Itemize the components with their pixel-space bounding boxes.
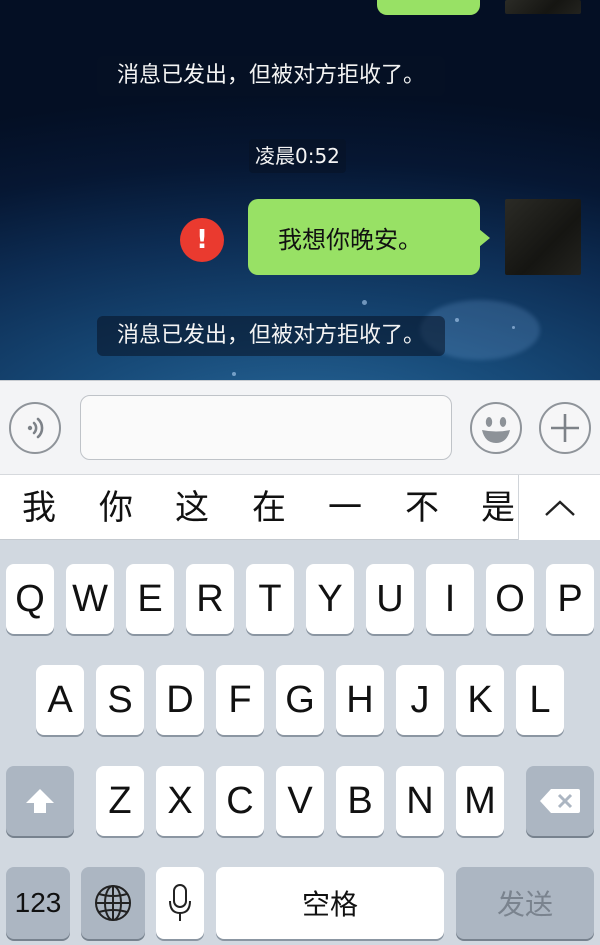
- key-z[interactable]: Z: [96, 766, 144, 836]
- chevron-up-icon: [544, 500, 575, 516]
- key-a[interactable]: A: [36, 665, 84, 735]
- key-c[interactable]: C: [216, 766, 264, 836]
- key-w[interactable]: W: [66, 564, 114, 634]
- backspace-icon: [540, 789, 580, 813]
- candidate-word[interactable]: 你: [77, 475, 155, 541]
- message-text: 我想你晚安。: [278, 225, 422, 254]
- avatar[interactable]: [505, 199, 581, 275]
- key-v[interactable]: V: [276, 766, 324, 836]
- key-d[interactable]: D: [156, 665, 204, 735]
- microphone-icon: [169, 884, 191, 921]
- key-j[interactable]: J: [396, 665, 444, 735]
- candidate-word[interactable]: 我: [0, 475, 78, 541]
- key-r[interactable]: R: [186, 564, 234, 634]
- key-s[interactable]: S: [96, 665, 144, 735]
- key-x[interactable]: X: [156, 766, 204, 836]
- key-t[interactable]: T: [246, 564, 294, 634]
- microphone-key[interactable]: [156, 867, 204, 939]
- more-button[interactable]: [539, 402, 591, 454]
- send-key[interactable]: 发送: [456, 867, 594, 939]
- key-e[interactable]: E: [126, 564, 174, 634]
- candidate-word[interactable]: 不: [383, 475, 461, 541]
- key-h[interactable]: H: [336, 665, 384, 735]
- background-star: [362, 300, 367, 305]
- voice-wave-icon: [27, 417, 44, 439]
- key-p[interactable]: P: [546, 564, 594, 634]
- message-input[interactable]: [80, 395, 452, 460]
- system-notice-rejected: 消息已发出，但被对方拒收了。: [97, 316, 446, 356]
- key-f[interactable]: F: [216, 665, 264, 735]
- key-q[interactable]: Q: [6, 564, 54, 634]
- numbers-key[interactable]: 123: [6, 867, 70, 939]
- emoji-button[interactable]: [470, 402, 522, 454]
- key-u[interactable]: U: [366, 564, 414, 634]
- candidate-word[interactable]: 一: [306, 475, 384, 541]
- voice-input-button[interactable]: [9, 402, 61, 454]
- send-failed-icon[interactable]: !: [180, 218, 224, 262]
- shift-arrow-icon: [26, 789, 54, 813]
- input-bar: [0, 380, 600, 474]
- globe-key[interactable]: [81, 867, 145, 939]
- background-star: [455, 318, 459, 322]
- globe-icon: [95, 885, 131, 921]
- avatar-previous[interactable]: [505, 0, 581, 14]
- candidate-word[interactable]: 这: [153, 475, 231, 541]
- delete-key[interactable]: [526, 766, 594, 836]
- key-k[interactable]: K: [456, 665, 504, 735]
- message-bubble-previous[interactable]: [377, 0, 480, 15]
- key-i[interactable]: I: [426, 564, 474, 634]
- candidate-word[interactable]: 在: [230, 475, 308, 541]
- key-l[interactable]: L: [516, 665, 564, 735]
- key-y[interactable]: Y: [306, 564, 354, 634]
- keyboard: Q W E R T Y U I O P A S D F G H J K L Z …: [0, 540, 600, 945]
- background-star: [512, 326, 515, 329]
- system-notice-rejected: 消息已发出，但被对方拒收了。: [97, 56, 446, 96]
- key-n[interactable]: N: [396, 766, 444, 836]
- key-b[interactable]: B: [336, 766, 384, 836]
- message-timestamp: 凌晨0:52: [249, 139, 346, 173]
- chat-area[interactable]: 消息已发出，但被对方拒收了。 凌晨0:52 ! 我想你晚安。 消息已发出，但被对…: [0, 0, 600, 380]
- message-bubble[interactable]: 我想你晚安。: [248, 199, 490, 275]
- plus-icon: [551, 414, 579, 442]
- candidate-expand-button[interactable]: [518, 475, 600, 541]
- candidate-bar: 我 你 这 在 一 不 是: [0, 474, 600, 541]
- shift-key[interactable]: [6, 766, 74, 836]
- key-g[interactable]: G: [276, 665, 324, 735]
- key-m[interactable]: M: [456, 766, 504, 836]
- background-star: [232, 372, 236, 376]
- space-key[interactable]: 空格: [216, 867, 444, 939]
- smile-emoji-icon: [482, 417, 510, 443]
- key-o[interactable]: O: [486, 564, 534, 634]
